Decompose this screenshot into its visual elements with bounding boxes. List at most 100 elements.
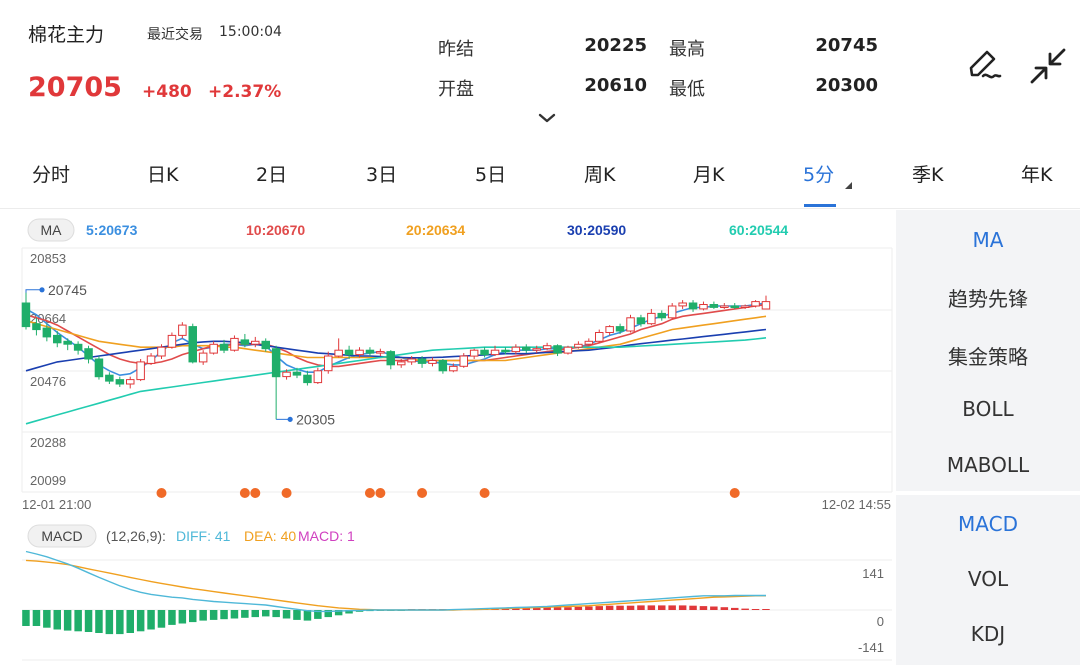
- macd-bar-negative: [251, 610, 259, 618]
- candle-down: [522, 346, 531, 351]
- macd-bar-positive: [595, 606, 603, 610]
- active-tab-indicator: [804, 204, 836, 207]
- tab-2-day[interactable]: 2日: [256, 160, 287, 187]
- candle-up: [751, 301, 760, 307]
- candle-up: [230, 337, 239, 351]
- macd-bar-negative: [63, 610, 72, 631]
- macd-bar-negative: [230, 610, 239, 619]
- candle-down: [84, 348, 93, 360]
- macd-bar-positive: [731, 607, 739, 610]
- candle-down: [417, 358, 427, 364]
- high-label: 最高: [669, 39, 705, 60]
- macd-dea-label: DEA: 40: [244, 528, 296, 544]
- candle-up: [334, 349, 343, 357]
- signal-markers: [156, 488, 740, 498]
- candle-up: [469, 349, 479, 357]
- open-label: 开盘: [438, 79, 474, 100]
- signal-marker: [239, 488, 250, 498]
- candle-down: [303, 374, 312, 384]
- macd-bar-negative: [199, 610, 207, 621]
- tab-quarterly-k[interactable]: 季K: [912, 160, 943, 187]
- macd-bar-positive: [699, 606, 708, 610]
- macd-bar-positive: [637, 605, 645, 610]
- tab-5-min[interactable]: 5分: [803, 160, 834, 187]
- indicator-vol[interactable]: VOL: [896, 567, 1080, 591]
- chevron-down-icon[interactable]: [538, 112, 556, 124]
- signal-marker: [479, 488, 490, 498]
- prev-settle-value: 20225: [584, 35, 647, 56]
- candle-down: [73, 343, 83, 351]
- macd-y-tick: -141: [858, 640, 884, 655]
- legend-ma30: 30:20590: [567, 222, 626, 238]
- kline-chart[interactable]: MA 5:20673 10:20670 20:20634 30:20590 60…: [0, 210, 895, 665]
- macd-bar-positive: [616, 605, 624, 610]
- candle-down: [615, 326, 625, 332]
- divider: [0, 208, 1080, 209]
- macd-badge-label: MACD: [41, 528, 82, 544]
- candle-up: [178, 324, 187, 336]
- pen-icon[interactable]: [963, 46, 1003, 86]
- prev-settle-label: 昨结: [438, 39, 474, 60]
- candle-down: [730, 305, 739, 308]
- tab-5-day[interactable]: 5日: [475, 160, 506, 187]
- tab-intraday[interactable]: 分时: [32, 160, 70, 187]
- high-annotation-dot: [39, 287, 45, 293]
- candle-down: [240, 339, 250, 345]
- candle-up: [584, 340, 594, 345]
- last-trade-label: 最近交易: [147, 27, 203, 43]
- tab-monthly-k[interactable]: 月K: [693, 160, 724, 187]
- macd-bar-negative: [105, 610, 114, 635]
- macd-bar-positive: [605, 605, 614, 610]
- candle-down: [261, 340, 270, 350]
- candle-up: [490, 349, 500, 356]
- candle-down: [292, 371, 302, 376]
- candle-down: [32, 323, 41, 331]
- macd-bar-negative: [303, 610, 312, 621]
- candle-up: [699, 304, 708, 310]
- macd-bar-positive: [689, 605, 697, 610]
- macd-bar-negative: [32, 610, 41, 626]
- low-value: 20300: [815, 75, 878, 96]
- collapse-arrows-icon[interactable]: [1028, 46, 1068, 86]
- macd-bar-positive: [720, 607, 729, 610]
- candle-up: [740, 305, 750, 308]
- macd-bar-negative: [189, 610, 197, 623]
- candle-up: [532, 348, 541, 351]
- macd-bar-positive: [762, 609, 770, 610]
- macd-bar-positive: [741, 608, 749, 610]
- candle-up: [126, 379, 135, 385]
- tab-3-day[interactable]: 3日: [366, 160, 397, 187]
- macd-bar-positive: [710, 606, 718, 610]
- macd-y-tick: 0: [877, 614, 884, 629]
- indicator-macd[interactable]: MACD: [896, 512, 1080, 536]
- candle-down: [365, 349, 375, 354]
- candle-down: [63, 340, 72, 345]
- dropdown-corner-icon[interactable]: [845, 182, 852, 189]
- candle-down: [636, 317, 646, 325]
- indicator-maboll[interactable]: MABOLL: [896, 453, 1080, 477]
- candle-down: [501, 349, 510, 353]
- tab-weekly-k[interactable]: 周K: [584, 160, 615, 187]
- macd-value-label: MACD: 1: [298, 528, 355, 544]
- indicator-fund-strategy[interactable]: 集金策略: [896, 341, 1080, 370]
- tab-daily-k[interactable]: 日K: [147, 160, 178, 187]
- macd-bar-positive: [751, 609, 760, 610]
- macd-bar-negative: [43, 610, 51, 628]
- signal-marker: [375, 488, 386, 498]
- tab-yearly-k[interactable]: 年K: [1021, 160, 1052, 187]
- indicator-trend-pioneer[interactable]: 趋势先锋: [896, 283, 1080, 312]
- candle-up: [167, 334, 177, 348]
- price-change: +480: [142, 82, 192, 102]
- x-end-label: 12-02 14:55: [822, 497, 891, 512]
- candle-up: [761, 301, 771, 310]
- y-tick-label: 20288: [30, 435, 66, 450]
- legend-ma10: 10:20670: [246, 222, 305, 238]
- y-tick-label: 20476: [30, 374, 66, 389]
- candle-down: [21, 302, 31, 328]
- indicator-kdj[interactable]: KDJ: [896, 622, 1080, 646]
- macd-bar-negative: [136, 610, 145, 632]
- indicator-ma[interactable]: MA: [896, 228, 1080, 252]
- indicator-boll[interactable]: BOLL: [896, 397, 1080, 421]
- signal-marker: [729, 488, 740, 498]
- candle-down: [438, 360, 448, 372]
